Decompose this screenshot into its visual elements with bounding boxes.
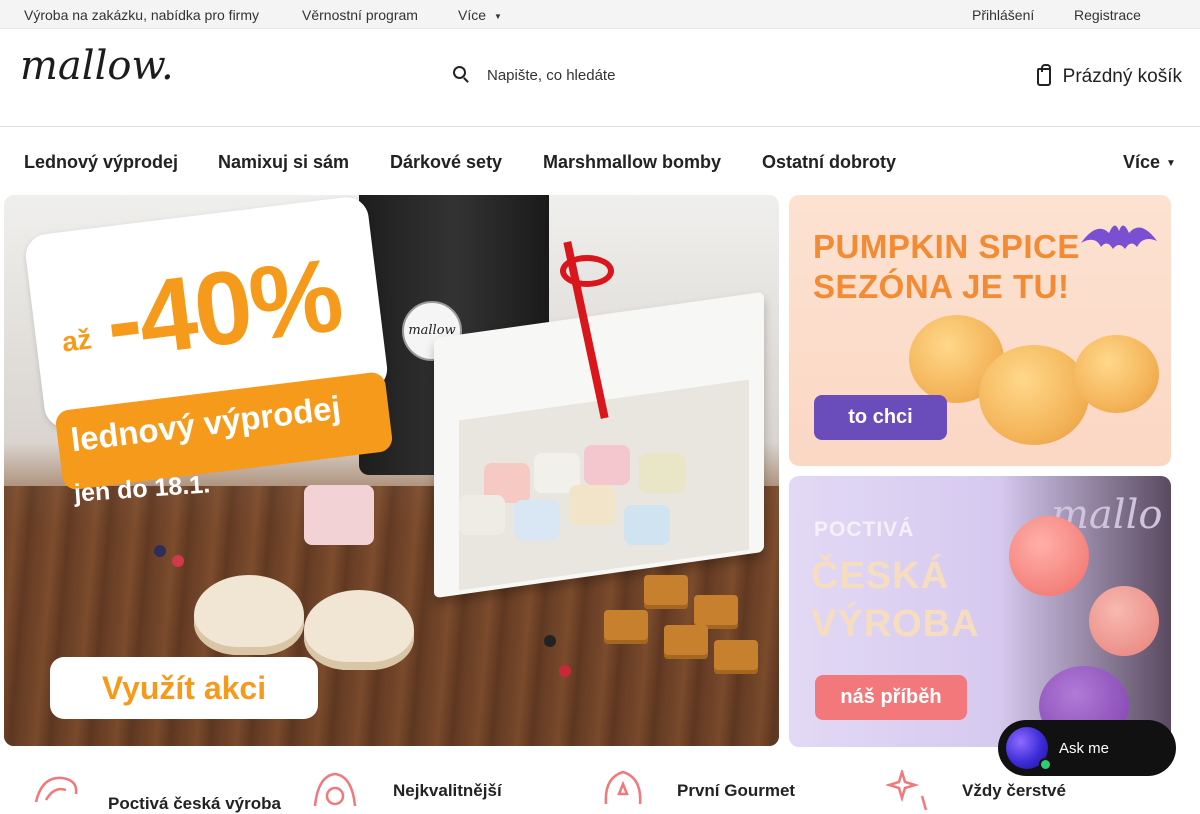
chat-label: Ask me: [1059, 739, 1110, 757]
pumpkin-bathbomb: [979, 345, 1089, 445]
marshmallow-piece: [639, 453, 685, 493]
logo[interactable]: mallow.: [20, 43, 174, 89]
dessert-scoop: [194, 575, 304, 655]
marshmallow-piece: [624, 505, 670, 545]
topbar-link-loyalty[interactable]: Věrnostní program: [302, 7, 418, 23]
feature-quality: Nejkvalitnější: [393, 781, 502, 800]
top-utility-bar: Výroba na zakázku, nabídka pro firmy Věr…: [0, 0, 1200, 29]
cart-label: Prázdný košík: [1062, 66, 1182, 87]
czech-small-title: POCTIVÁ: [814, 518, 915, 541]
search-input[interactable]: [477, 61, 897, 89]
raspberry: [559, 665, 571, 677]
marshmallow-piece: [584, 445, 630, 485]
online-status-dot: [1039, 758, 1052, 771]
sparkle-icon: [886, 770, 928, 810]
blackberry: [544, 635, 556, 647]
feature-first-gourmet: První Gourmet: [677, 781, 796, 800]
czech-title-line2: VÝROBA: [811, 603, 980, 645]
site-header: mallow. Prázdný košík: [0, 29, 1200, 127]
nav-item-gift-sets[interactable]: Dárkové sety: [390, 152, 502, 173]
marshmallow-piece: [569, 485, 615, 525]
caramel-cube: [714, 640, 758, 674]
chevron-down-icon: ▼: [494, 12, 502, 21]
discount-prefix: až: [60, 323, 94, 358]
caramel-cube: [694, 595, 738, 629]
chat-widget-button[interactable]: Ask me: [998, 720, 1176, 776]
chat-avatar: [1006, 727, 1052, 771]
topbar-more-label: Více: [458, 7, 487, 23]
pumpkin-bathbomb: [1074, 335, 1159, 413]
marshmallow-piece: [459, 495, 505, 535]
quality-badge-icon: [313, 772, 357, 807]
czech-title-line1: ČESKÁ: [811, 555, 950, 597]
shopping-bag-icon: [1036, 64, 1051, 86]
nav-item-marshmallow-bombs[interactable]: Marshmallow bomby: [543, 152, 721, 173]
bathbomb-image: [1089, 586, 1159, 656]
bathbomb-image: [1009, 516, 1089, 596]
nav-more[interactable]: Více ▼: [1123, 152, 1176, 173]
blueberry: [154, 545, 166, 557]
register-link[interactable]: Registrace: [1074, 7, 1141, 23]
marshmallow-piece: [514, 500, 560, 540]
chevron-down-icon: ▼: [1166, 158, 1176, 169]
pumpkin-title-line2: SEZÓNA JE TU!: [813, 268, 1070, 305]
hero-banner-sale[interactable]: mallow až -40% lednový výprodej jen do 1…: [4, 195, 779, 746]
marshmallow-piece: [304, 485, 374, 545]
pumpkin-title-line1: PUMPKIN SPICE: [813, 228, 1080, 265]
main-nav: Lednový výprodej Namixuj si sám Dárkové …: [0, 127, 1200, 195]
search-icon[interactable]: [453, 66, 466, 79]
login-link[interactable]: Přihlášení: [972, 7, 1034, 23]
topbar-link-custom-production[interactable]: Výroba na zakázku, nabídka pro firmy: [24, 7, 259, 23]
red-bow: [560, 255, 614, 287]
nav-item-january-sale[interactable]: Lednový výprodej: [24, 152, 178, 173]
nav-more-label: Více: [1123, 152, 1161, 172]
feature-always-fresh: Vždy čerstvé: [962, 781, 1066, 800]
use-offer-button[interactable]: Využít akci: [50, 657, 318, 719]
hand-heart-icon: [34, 776, 78, 803]
want-it-button[interactable]: to chci: [814, 395, 947, 440]
raspberry: [172, 555, 184, 567]
caramel-cube: [604, 610, 648, 644]
bat-icon: [1081, 225, 1157, 249]
caramel-cube: [664, 625, 708, 659]
feature-czech-production: Poctivá česká výroba: [108, 794, 281, 813]
cart-button[interactable]: Prázdný košík: [1036, 64, 1182, 88]
nav-item-other-treats[interactable]: Ostatní dobroty: [762, 152, 896, 173]
banner-czech-production[interactable]: mallo POCTIVÁ ČESKÁ VÝROBA náš příběh: [789, 476, 1171, 747]
pumpkin-title: PUMPKIN SPICE SEZÓNA JE TU!: [813, 227, 1080, 307]
nav-item-mix-yourself[interactable]: Namixuj si sám: [218, 152, 349, 173]
dessert-scoop: [304, 590, 414, 670]
caramel-cube: [644, 575, 688, 609]
banner-pumpkin-spice[interactable]: PUMPKIN SPICE SEZÓNA JE TU! to chci: [789, 195, 1171, 466]
our-story-button[interactable]: náš příběh: [815, 675, 967, 720]
award-badge-icon: [604, 770, 642, 805]
czech-title: ČESKÁ VÝROBA: [811, 552, 980, 648]
topbar-more[interactable]: Více ▼: [458, 7, 502, 23]
